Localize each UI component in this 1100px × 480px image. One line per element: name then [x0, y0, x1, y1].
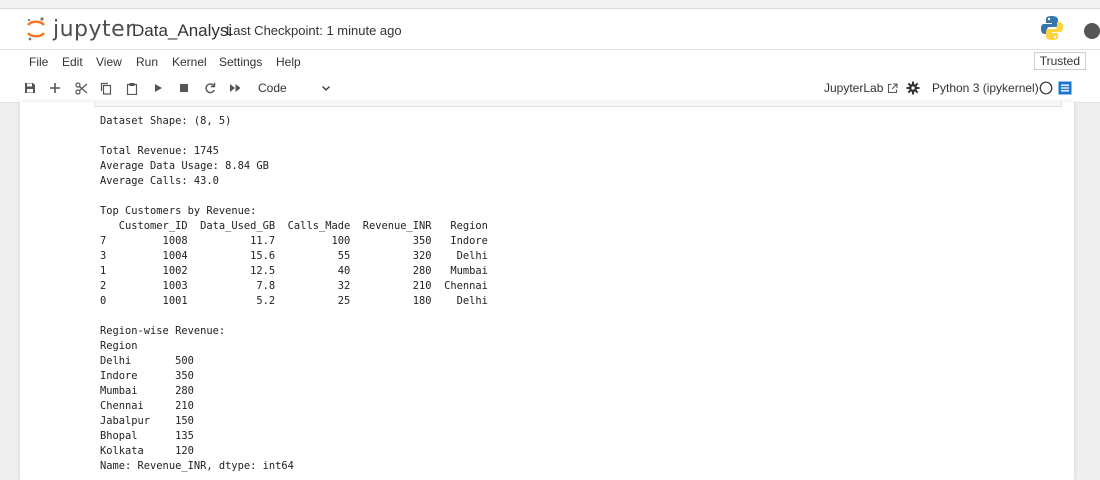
menu-run[interactable]: Run: [136, 55, 158, 69]
external-link-icon: [888, 82, 898, 93]
output-line: Dataset Shape: (8, 5): [100, 115, 232, 127]
jupyter-logo-text: jupyter: [53, 16, 135, 42]
menu-settings[interactable]: Settings: [219, 55, 262, 69]
trusted-indicator[interactable]: Trusted: [1033, 52, 1086, 70]
jupyter-logo[interactable]: jupyter: [26, 15, 135, 43]
menu-bar: File Edit View Run Kernel Settings Help …: [0, 49, 1100, 75]
output-line: Jabalpur 150: [100, 415, 194, 427]
output-line: Indore 350: [100, 370, 194, 382]
output-line: Top Customers by Revenue:: [100, 205, 257, 217]
kernel-idle-icon: [1039, 81, 1053, 100]
output-line: 2 1003 7.8 32 210 Chennai: [100, 280, 488, 292]
code-cell-input[interactable]: [94, 102, 1062, 107]
menu-help[interactable]: Help: [276, 55, 301, 69]
menu-view[interactable]: View: [96, 55, 122, 69]
output-line: 7 1008 11.7 100 350 Indore: [100, 235, 488, 247]
chevron-down-icon: [320, 82, 332, 97]
restart-icon[interactable]: [200, 78, 220, 98]
output-line: 1 1002 12.5 40 280 Mumbai: [100, 265, 488, 277]
menu-file[interactable]: File: [29, 55, 48, 69]
output-line: 0 1001 5.2 25 180 Delhi: [100, 295, 488, 307]
output-line: Customer_ID Data_Used_GB Calls_Made Reve…: [100, 220, 488, 232]
output-line: Mumbai 280: [100, 385, 194, 397]
output-line: 3 1004 15.6 55 320 Delhi: [100, 250, 488, 262]
save-icon[interactable]: [20, 78, 40, 98]
python-logo-icon: [1040, 15, 1064, 46]
jupyterlab-link-label: JupyterLab: [824, 81, 884, 95]
copy-icon[interactable]: [96, 78, 116, 98]
notebook-header: jupyter Data_Analysi Last Checkpoint: 1 …: [0, 9, 1100, 49]
cut-icon[interactable]: [71, 78, 91, 98]
menu-kernel[interactable]: Kernel: [172, 55, 207, 69]
browser-top-strip: [0, 0, 1100, 9]
notebook-title[interactable]: Data_Analysi: [132, 21, 232, 41]
output-line: Average Calls: 43.0: [100, 175, 219, 187]
output-line: Name: Revenue_INR, dtype: int64: [100, 460, 294, 472]
output-line: Average Data Usage: 8.84 GB: [100, 160, 269, 172]
add-cell-icon[interactable]: [45, 78, 65, 98]
gear-icon[interactable]: [906, 81, 920, 100]
cell-output: Dataset Shape: (8, 5) Total Revenue: 174…: [100, 114, 488, 474]
kernel-name[interactable]: Python 3 (ipykernel): [932, 81, 1039, 95]
jupyterlab-link[interactable]: JupyterLab: [824, 81, 898, 95]
paste-icon[interactable]: [122, 78, 142, 98]
fast-forward-icon[interactable]: [225, 78, 245, 98]
output-line: Chennai 210: [100, 400, 194, 412]
checkpoint-status: Last Checkpoint: 1 minute ago: [226, 23, 402, 38]
run-icon[interactable]: [148, 78, 168, 98]
output-line: Delhi 500: [100, 355, 194, 367]
cell-type-value: Code: [258, 81, 287, 95]
output-line: Bhopal 135: [100, 430, 194, 442]
notebook-toolbar: Code JupyterLab Python 3 (ipykernel): [0, 74, 1100, 103]
output-line: Region-wise Revenue:: [100, 325, 226, 337]
stop-icon[interactable]: [174, 78, 194, 98]
cell-type-select[interactable]: Code: [252, 78, 334, 98]
output-line: Region: [100, 340, 138, 352]
user-icon[interactable]: [1084, 23, 1100, 44]
menu-edit[interactable]: Edit: [62, 55, 83, 69]
jupyter-logo-icon: [26, 16, 46, 42]
notebook-panel: Dataset Shape: (8, 5) Total Revenue: 174…: [20, 102, 1074, 480]
output-line: Kolkata 120: [100, 445, 194, 457]
table-of-contents-icon[interactable]: [1058, 81, 1072, 100]
output-line: Total Revenue: 1745: [100, 145, 219, 157]
